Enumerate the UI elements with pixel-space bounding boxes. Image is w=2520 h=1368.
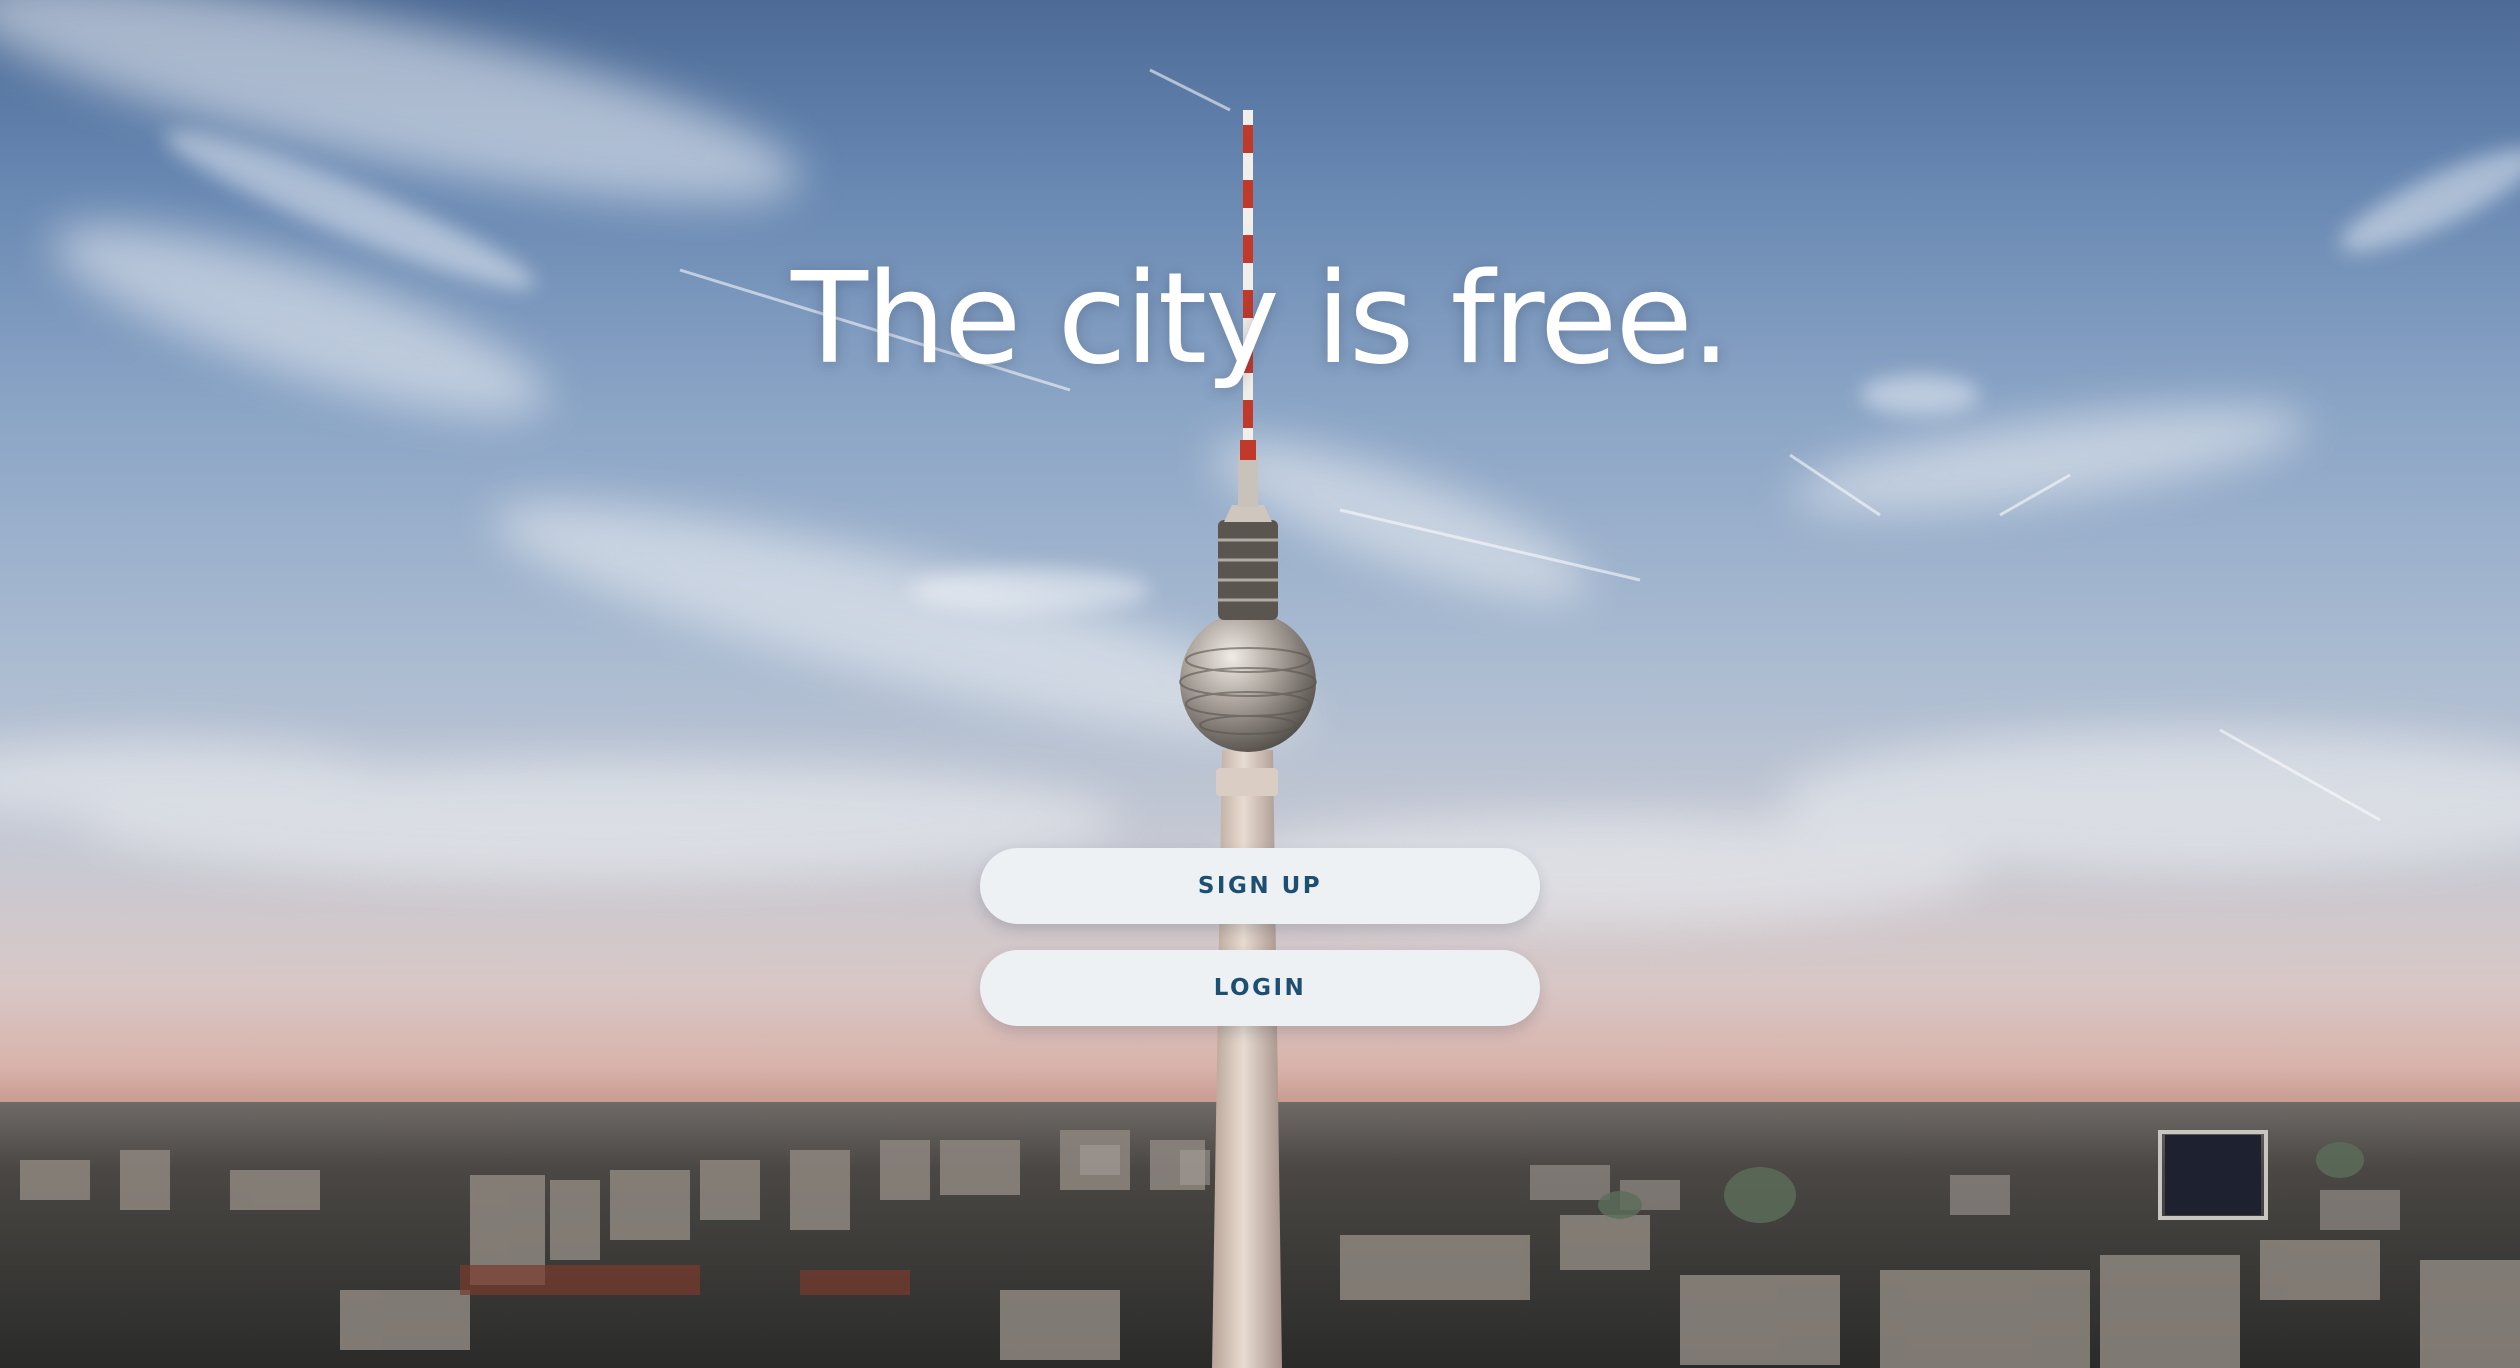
- hero-headline: The city is free.: [791, 245, 1731, 392]
- hero-background: The city is free. SIGN UP LOGIN: [0, 0, 2520, 1368]
- sign-up-button[interactable]: SIGN UP: [980, 848, 1540, 924]
- tv-tower: [1179, 110, 1317, 1368]
- login-button[interactable]: LOGIN: [980, 950, 1540, 1026]
